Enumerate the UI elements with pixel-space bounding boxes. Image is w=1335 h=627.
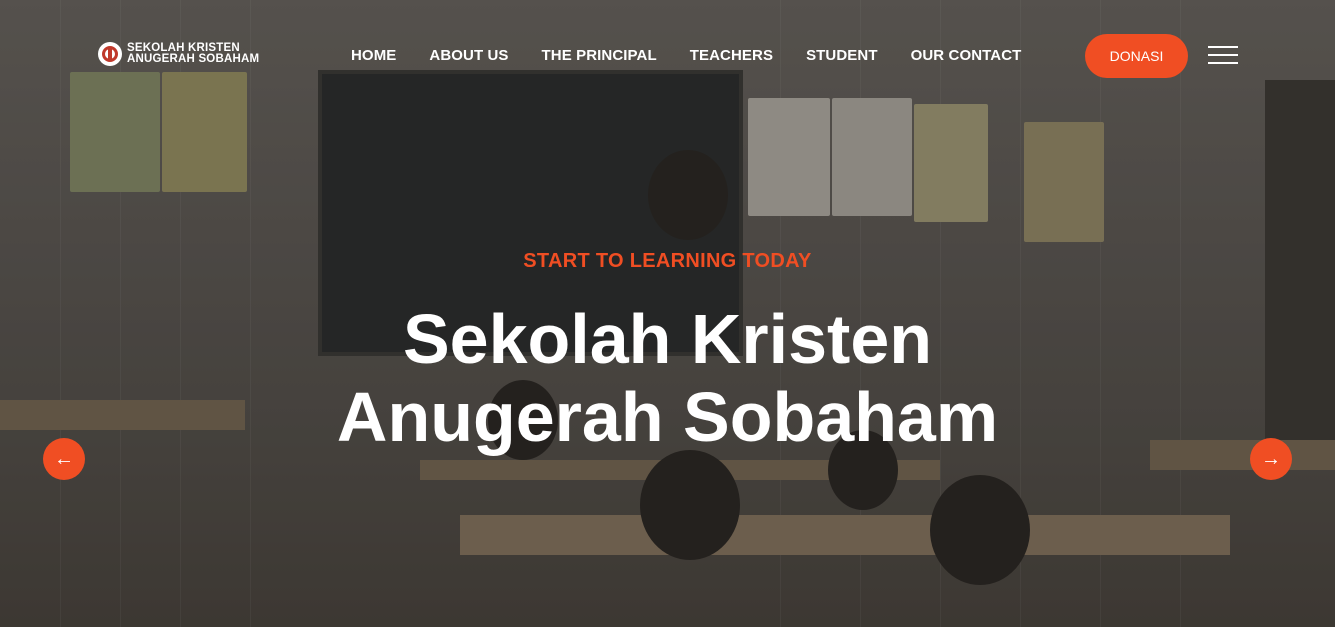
nav-our-contact[interactable]: OUR CONTACT (911, 47, 1022, 64)
site-logo[interactable]: SEKOLAH KRISTEN ANUGERAH SOBAHAM (98, 42, 259, 66)
logo-line2: ANUGERAH SOBAHAM (127, 53, 260, 65)
hero-subtitle: START TO LEARNING TODAY (523, 250, 812, 272)
slider-next-button[interactable]: → (1250, 438, 1292, 480)
hero-title-line1: Sekolah Kristen (402, 300, 933, 378)
hero-slider: SEKOLAH KRISTEN ANUGERAH SOBAHAM HOME AB… (0, 0, 1335, 627)
nav-teachers[interactable]: TEACHERS (690, 47, 773, 64)
hero-title-line2: Anugerah Sobaham (336, 378, 999, 456)
slider-prev-button[interactable]: ← (43, 438, 85, 480)
arrow-left-icon: ← (54, 447, 74, 470)
hamburger-menu-icon[interactable] (1208, 46, 1238, 66)
nav-student[interactable]: STUDENT (806, 47, 878, 64)
logo-text: SEKOLAH KRISTEN ANUGERAH SOBAHAM (127, 42, 260, 65)
donate-button[interactable]: DONASI (1085, 34, 1188, 78)
nav-the-principal[interactable]: THE PRINCIPAL (542, 47, 657, 64)
nav-about-us[interactable]: ABOUT US (429, 47, 508, 64)
main-nav: HOME ABOUT US THE PRINCIPAL TEACHERS STU… (351, 47, 1021, 64)
arrow-right-icon: → (1261, 447, 1281, 470)
site-header: SEKOLAH KRISTEN ANUGERAH SOBAHAM HOME AB… (0, 0, 1335, 110)
school-emblem-icon (98, 42, 122, 66)
hero-title: Sekolah Kristen Anugerah Sobaham (0, 300, 1335, 456)
nav-home[interactable]: HOME (351, 47, 396, 64)
